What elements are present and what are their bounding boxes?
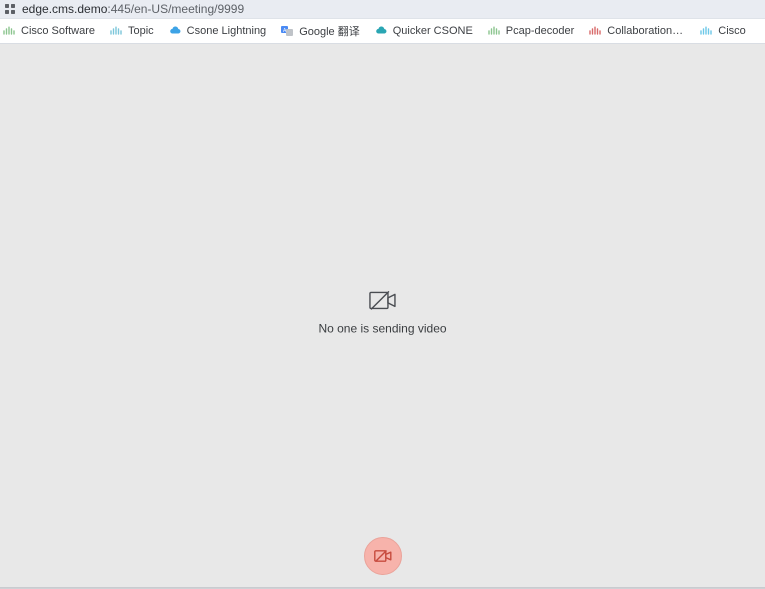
bookmark-collaboration-solutions[interactable]: Collaboration Solu… (588, 24, 685, 38)
url-host: edge.cms.demo (22, 2, 107, 16)
bookmark-pcap-decoder[interactable]: Pcap-decoder (487, 24, 575, 38)
address-bar: edge.cms.demo:445/en-US/meeting/9999 (0, 0, 765, 19)
bridge-icon (699, 24, 713, 38)
camera-toggle-button[interactable] (364, 537, 402, 575)
bookmarks-bar: Cisco Software Topic Csone Lightning A G… (0, 19, 765, 44)
meeting-video-area: No one is sending video (0, 44, 765, 589)
url-display[interactable]: edge.cms.demo:445/en-US/meeting/9999 (22, 2, 244, 16)
no-video-placeholder: No one is sending video (318, 289, 446, 335)
translate-icon: A (280, 24, 294, 38)
bridge-icon (588, 24, 602, 38)
bookmark-label: Csone Lightning (187, 25, 267, 37)
url-path: :445/en-US/meeting/9999 (107, 2, 244, 16)
bookmark-label: Topic (128, 25, 154, 37)
bookmark-label: Quicker CSONE (393, 25, 473, 37)
camera-off-icon (374, 549, 392, 563)
camera-off-icon (369, 289, 397, 311)
cloud-icon (168, 24, 182, 38)
bookmark-google-translate[interactable]: A Google 翻译 (280, 23, 360, 39)
bookmark-label: Cisco Software (21, 25, 95, 37)
bookmark-csone-lightning[interactable]: Csone Lightning (168, 24, 267, 38)
bookmark-label: Collaboration Solu… (607, 25, 685, 37)
bookmark-topic[interactable]: Topic (109, 24, 154, 38)
bookmark-label: Google 翻译 (299, 23, 360, 39)
bookmark-quicker-csone[interactable]: Quicker CSONE (374, 24, 473, 38)
site-settings-icon[interactable] (4, 3, 16, 15)
bookmark-cisco[interactable]: Cisco (699, 24, 746, 38)
no-video-text: No one is sending video (318, 321, 446, 335)
cloud-icon (374, 24, 388, 38)
bookmark-label: Pcap-decoder (506, 25, 575, 37)
bookmark-cisco-software[interactable]: Cisco Software (2, 24, 95, 38)
bridge-icon (487, 24, 501, 38)
bridge-icon (2, 24, 16, 38)
bridge-icon (109, 24, 123, 38)
bookmark-label: Cisco (718, 25, 746, 37)
